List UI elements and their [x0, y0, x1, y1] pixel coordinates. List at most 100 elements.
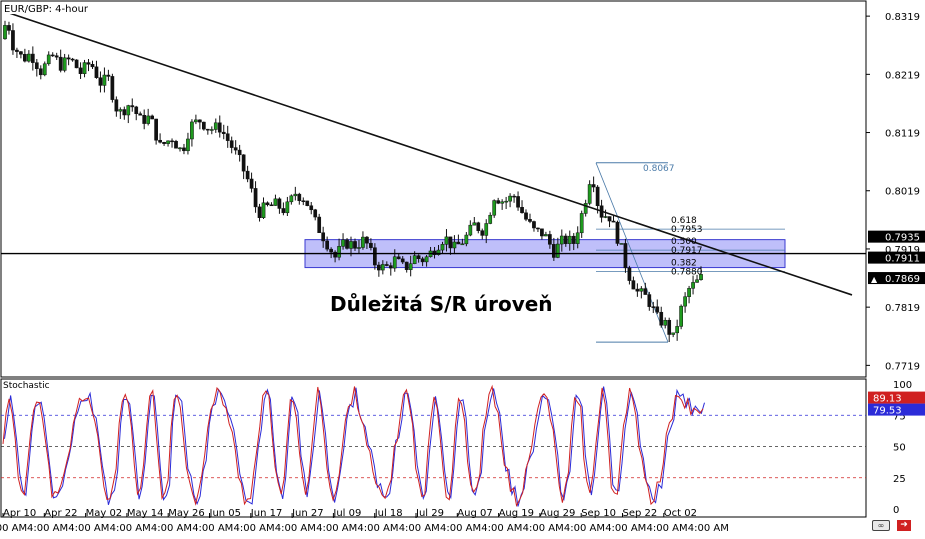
candle-body [186, 138, 190, 152]
x-time-label: 4:00 AM [316, 523, 357, 534]
price-badge-label: 0.7935 [885, 233, 920, 244]
candle-body [118, 109, 123, 112]
candle-body [532, 221, 536, 229]
scroll-right-icon[interactable]: ➜ [897, 520, 911, 531]
main-panel [0, 0, 867, 378]
x-time-label: 4:00 AM [688, 523, 729, 534]
candle-body [567, 235, 572, 244]
candle-body [321, 232, 326, 242]
candle-body [78, 67, 83, 74]
candle-body [643, 288, 648, 295]
candle-body [555, 243, 560, 258]
candle-body [289, 195, 294, 203]
candle-body [369, 242, 373, 248]
candle-body [86, 62, 91, 65]
candle-body [241, 154, 246, 172]
fib-price-label: 0.7880 [671, 268, 703, 278]
candle-body [62, 57, 67, 71]
candle-body [23, 54, 27, 62]
chart-title: EUR/GBP: 4-hour [4, 4, 89, 15]
candle-body [484, 223, 489, 236]
candle-body [94, 66, 99, 78]
candle-body [285, 201, 290, 214]
candle-body [504, 200, 508, 203]
candle-body [639, 288, 644, 292]
candle-body [178, 147, 182, 150]
candle-body [154, 118, 158, 141]
candle-body [468, 224, 473, 236]
x-time-label: 4:00 AM [481, 523, 522, 534]
candle-body [313, 209, 318, 218]
candle-body [384, 264, 389, 266]
candle-body [456, 241, 461, 245]
candle-body [329, 248, 333, 253]
candle-body [74, 59, 79, 69]
x-time-label: 4:00 AM [399, 523, 440, 534]
candle-body [464, 234, 469, 245]
stochastic-title: Stochastic [3, 381, 50, 391]
candle-body [162, 142, 166, 144]
candle-body [377, 264, 381, 271]
candle-body [158, 139, 162, 143]
annotation-label: Důležitá S/R úroveň [330, 292, 553, 316]
price-badge-label: 0.7911 [885, 254, 920, 265]
candle-body [365, 236, 369, 244]
candle-body [635, 288, 640, 292]
x-date-label: Jul 09 [332, 508, 361, 519]
fib-price-label: 0.7953 [671, 225, 703, 235]
candle-body [361, 236, 365, 248]
stochastic-y-label: 25 [893, 474, 906, 485]
x-time-label: 4:00 AM [27, 523, 68, 534]
x-date-label: May 02 [86, 508, 123, 519]
candle-body [249, 178, 254, 189]
candle-body [194, 119, 198, 123]
candle-body [333, 251, 337, 258]
candle-body [126, 105, 131, 116]
candle-body [448, 236, 453, 249]
candle-body [166, 140, 170, 144]
candle-body [416, 255, 421, 259]
candle-body [420, 258, 425, 263]
x-date-label: Aug 07 [457, 508, 492, 519]
x-date-label: Jul 18 [374, 508, 403, 519]
candle-body [66, 57, 71, 60]
scroll-icon[interactable]: ∞ [872, 520, 890, 531]
y-tick-label: 0.8019 [885, 187, 920, 198]
candle-body [261, 202, 266, 218]
fib-price-label: 0.7917 [671, 246, 703, 256]
candle-body [98, 77, 103, 86]
candle-body [424, 256, 429, 263]
candle-body [30, 53, 35, 63]
x-time-label: 4:00 AM [234, 523, 275, 534]
candle-body [607, 216, 612, 222]
candle-body [42, 63, 47, 76]
candle-body [110, 76, 115, 100]
candle-body [102, 74, 107, 86]
y-tick-label: 0.7719 [885, 361, 920, 372]
x-date-label: Sep 22 [623, 508, 658, 519]
candle-body [353, 241, 357, 249]
candle-body [460, 243, 465, 246]
candle-body [317, 216, 322, 233]
candle-body [671, 332, 676, 335]
x-date-label: Jul 29 [415, 508, 444, 519]
candle-body [373, 247, 377, 266]
x-date-label: Oct 02 [664, 508, 697, 519]
candle-body [134, 106, 139, 114]
candle-body [472, 222, 477, 226]
candle-body [3, 25, 7, 40]
candle-body [38, 68, 43, 76]
candle-body [508, 195, 512, 202]
candle-body [380, 264, 385, 271]
badge-arrow-icon: ▲ [871, 275, 878, 284]
fib-high-label: 0.8067 [643, 164, 675, 174]
candle-body [225, 133, 230, 141]
y-tick-label: 0.8319 [885, 12, 920, 23]
stochastic-y-label: 50 [893, 443, 906, 454]
candle-body [253, 188, 258, 208]
candle-body [627, 267, 632, 281]
candle-body [54, 55, 59, 58]
x-time-label: 4:00 AM [440, 523, 481, 534]
candle-body [27, 53, 31, 62]
candle-body [58, 56, 63, 71]
